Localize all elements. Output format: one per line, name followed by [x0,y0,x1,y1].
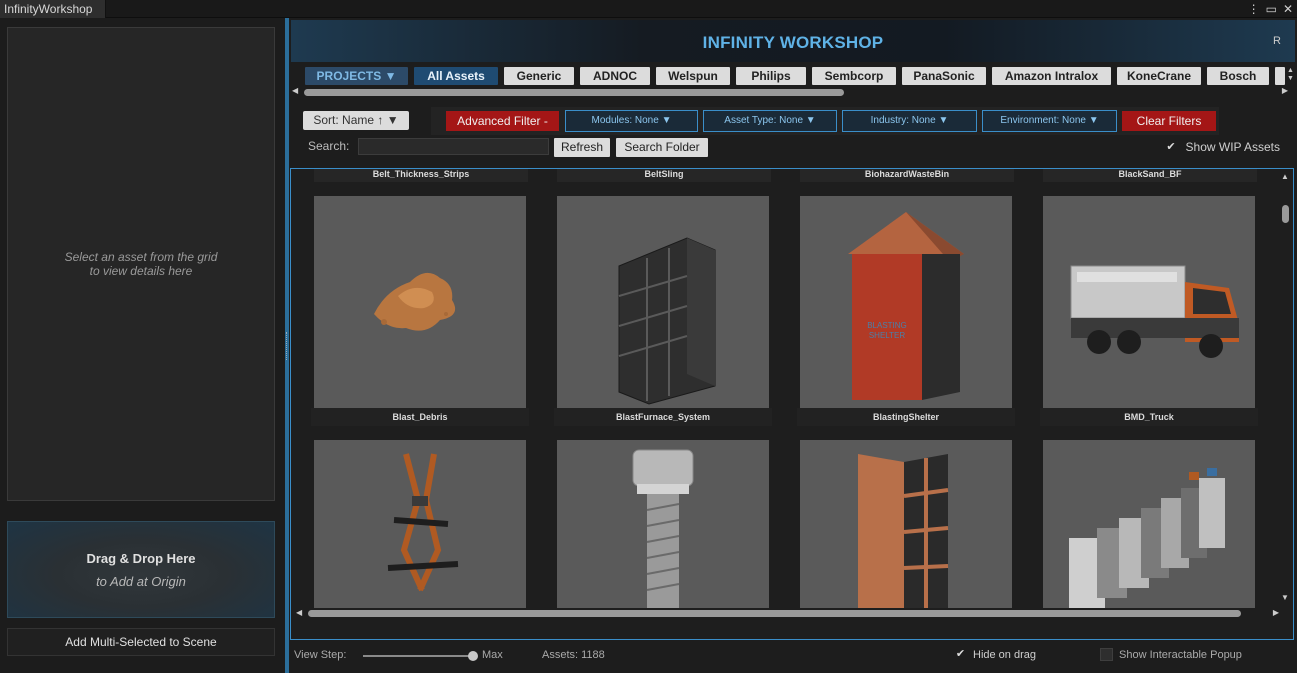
industry-dropdown[interactable]: Industry: None ▼ [842,110,977,132]
details-placeholder-line1: Select an asset from the grid [64,250,218,264]
asset-name-label: BeltSling [557,169,771,182]
horizontal-scroll-thumb[interactable] [308,610,1241,617]
svg-text:SHELTER: SHELTER [869,331,906,340]
asset-card-cable-trays[interactable] [1043,440,1255,608]
vertical-scroll-thumb[interactable] [1282,205,1289,223]
hide-on-drag-toggle[interactable]: ✔ Hide on drag [954,648,1036,661]
project-tabs: PROJECTS ▼ All Assets Generic ADNOC Wels… [305,67,1285,85]
window-controls: ⋮ ▭ ✕ [1248,0,1293,18]
tab-adnoc[interactable]: ADNOC [580,67,650,85]
asset-name-label: Blast_Debris [311,408,529,426]
view-step-slider[interactable] [363,655,473,657]
shelter-booth-thumbnail: BLASTING SHELTER [848,212,964,400]
tab-bosch[interactable]: Bosch [1207,67,1269,85]
hide-on-drag-label: Hide on drag [973,648,1036,661]
asset-type-dropdown[interactable]: Asset Type: None ▼ [703,110,837,132]
tab-all-assets[interactable]: All Assets [414,67,498,85]
asset-name-label: Belt_Thickness_Strips [314,169,528,182]
view-step-value: Max [482,649,503,661]
tab-generic[interactable]: Generic [504,67,574,85]
asset-name-label: BiohazardWasteBin [800,169,1014,182]
asset-card-harness[interactable] [314,440,526,608]
projects-dropdown[interactable]: PROJECTS ▼ [305,67,408,85]
splitter-grip-icon[interactable] [286,332,288,360]
show-popup-checkbox-icon[interactable] [1100,648,1113,661]
maximize-icon[interactable]: ▭ [1266,2,1277,16]
asset-count: Assets: 1188 [542,649,605,661]
show-wip-label: Show WIP Assets [1185,140,1280,154]
asset-card-blast-debris[interactable] [314,196,526,408]
tab-konecrane[interactable]: KoneCrane [1117,67,1201,85]
svg-text:BLASTING: BLASTING [867,321,907,330]
scroll-down-icon[interactable]: ▼ [1281,593,1289,602]
show-wip-checkbox-icon[interactable]: ✔ [1165,141,1178,154]
scroll-up-icon[interactable]: ▲ [1281,172,1289,181]
main-panel: INFINITY WORKSHOP R PROJECTS ▼ All Asset… [289,18,1297,673]
modules-dropdown[interactable]: Modules: None ▼ [565,110,698,132]
shelf-cabinet-thumbnail [858,454,949,608]
debris-pile-thumbnail [374,272,456,331]
scroll-right-icon[interactable]: ▶ [1282,86,1288,95]
environment-dropdown[interactable]: Environment: None ▼ [982,110,1117,132]
tab-scrollbar[interactable]: ◀ ▶ [292,86,1288,97]
show-wip-toggle[interactable]: ✔ Show WIP Assets [1165,140,1280,154]
show-popup-toggle[interactable]: Show Interactable Popup [1100,648,1242,661]
view-step-label: View Step: [294,649,347,661]
drop-zone-title: Drag & Drop Here [86,550,196,566]
close-icon[interactable]: ✕ [1283,2,1293,16]
furnace-structure-thumbnail [618,237,716,405]
grid-horizontal-scrollbar[interactable]: ◀ ▶ [291,607,1279,621]
left-panel: Select an asset from the grid to view de… [0,18,285,673]
asset-name-label: BMD_Truck [1040,408,1258,426]
asset-card-bolt[interactable] [557,440,769,608]
header-corner-label[interactable]: R [1273,35,1281,47]
app-title: INFINITY WORKSHOP [702,33,884,52]
footer-bar: View Step: Max Assets: 1188 ✔ Hide on dr… [289,645,1297,673]
header-banner: INFINITY WORKSHOP R [291,20,1295,62]
advanced-filter-button[interactable]: Advanced Filter - [446,111,559,131]
asset-card-blastingshelter[interactable]: BLASTING SHELTER [800,196,1012,408]
show-popup-label: Show Interactable Popup [1119,648,1242,661]
asset-grid[interactable]: Belt_Thickness_Strips BeltSling Biohazar… [290,168,1294,640]
sort-dropdown[interactable]: Sort: Name ↑ ▼ [303,111,409,130]
tab-panasonic[interactable]: PanaSonic [902,67,986,85]
tab-scroll-thumb[interactable] [304,89,844,96]
drag-drop-zone[interactable]: Drag & Drop Here to Add at Origin [7,521,275,618]
tab-sembcorp[interactable]: Sembcorp [812,67,896,85]
asset-card-blastfurnace-system[interactable] [557,196,769,408]
search-input[interactable] [358,138,549,155]
safety-harness-thumbnail [387,453,459,592]
refresh-button[interactable]: Refresh [554,138,610,157]
asset-card-bmd-truck[interactable] [1043,196,1255,408]
asset-card-cabinet[interactable] [800,440,1012,608]
tab-overflow[interactable] [1275,67,1285,85]
asset-name-label: BlastFurnace_System [554,408,772,426]
drop-zone-subtitle: to Add at Origin [96,573,186,589]
view-step-slider-knob[interactable] [468,651,478,661]
scroll-left-icon[interactable]: ◀ [292,86,298,95]
add-multi-selected-button[interactable]: Add Multi-Selected to Scene [7,628,275,656]
asset-details-panel: Select an asset from the grid to view de… [7,27,275,501]
window-title-bar: InfinityWorkshop ⋮ ▭ ✕ [0,0,1297,18]
hide-on-drag-checkbox-icon[interactable]: ✔ [954,648,967,661]
bolt-thumbnail [632,449,694,608]
truck-thumbnail [1070,265,1239,358]
grid-vertical-scrollbar[interactable]: ▲ ▼ [1277,169,1293,639]
more-options-icon[interactable]: ⋮ [1248,2,1260,16]
details-placeholder-line2: to view details here [89,264,193,278]
tab-welspun[interactable]: Welspun [656,67,730,85]
tab-philips[interactable]: Philips [736,67,806,85]
scroll-left-icon[interactable]: ◀ [296,608,302,617]
window-tab[interactable]: InfinityWorkshop [0,0,106,18]
asset-name-label: BlackSand_BF [1043,169,1257,182]
scroll-right-icon[interactable]: ▶ [1273,608,1279,617]
search-label: Search: [308,139,350,153]
clear-filters-button[interactable]: Clear Filters [1122,111,1216,131]
asset-name-label: BlastingShelter [797,408,1015,426]
cable-trays-thumbnail [1069,468,1225,608]
tab-scroll-arrows-icon[interactable]: ▲ ▼ [1286,67,1295,85]
tab-amazon-intralox[interactable]: Amazon Intralox [992,67,1111,85]
search-folder-button[interactable]: Search Folder [616,138,708,157]
